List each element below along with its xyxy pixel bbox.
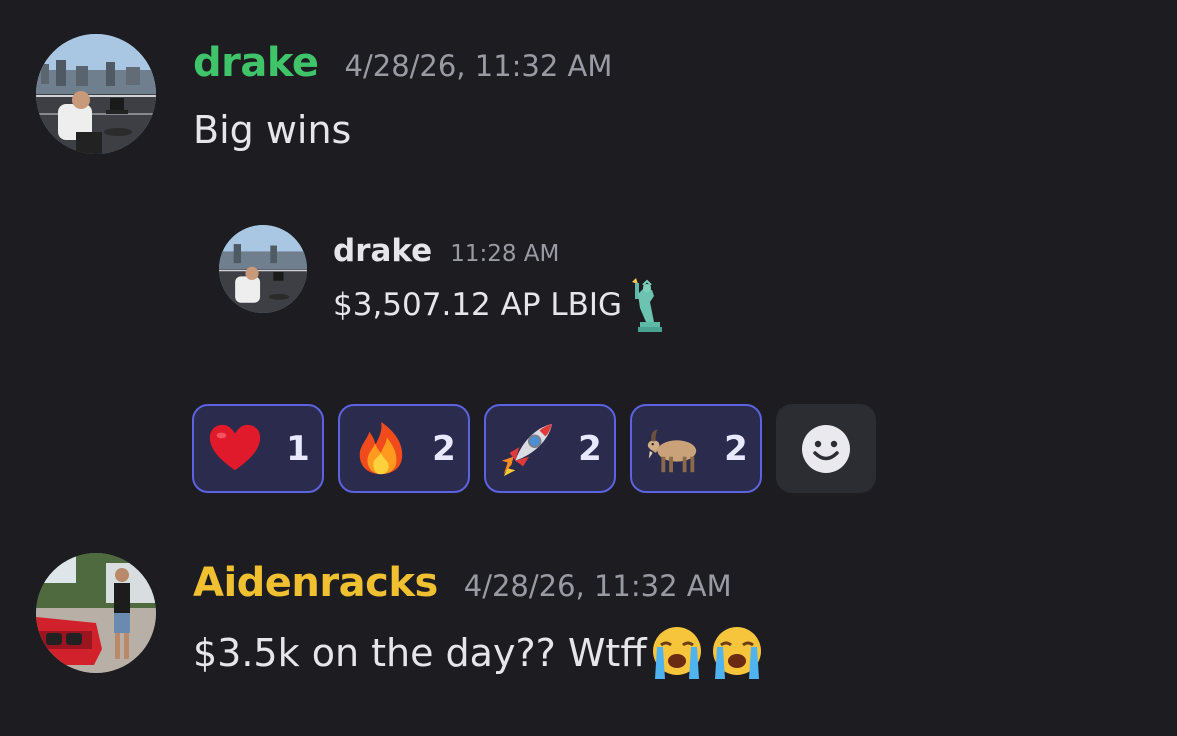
rooftop-photo-icon bbox=[219, 225, 307, 313]
forwarded-username[interactable]: drake bbox=[333, 233, 432, 269]
forwarded-text: $3,507.12 AP LBIG bbox=[333, 287, 623, 323]
forwarded-timestamp: 11:28 AM bbox=[450, 241, 560, 267]
fire-icon bbox=[359, 421, 403, 474]
rooftop-photo-icon bbox=[36, 34, 156, 154]
reaction-goat[interactable]: 2 bbox=[630, 404, 762, 493]
statue-of-liberty-icon bbox=[632, 278, 663, 332]
red-car-photo-icon bbox=[36, 553, 156, 673]
reaction-count: 2 bbox=[432, 428, 456, 469]
chat-view: drake 4/28/26, 11:32 AM Big wins drake 1… bbox=[0, 0, 1177, 736]
loudly-crying-face-icon bbox=[652, 627, 701, 679]
aidenracks-avatar[interactable] bbox=[36, 553, 156, 673]
forwarded-avatar[interactable] bbox=[219, 225, 307, 313]
add-reaction-button[interactable] bbox=[776, 404, 876, 493]
reaction-count: 1 bbox=[286, 428, 310, 469]
reaction-rocket[interactable]: 2 bbox=[484, 404, 616, 493]
timestamp: 4/28/26, 11:32 AM bbox=[463, 569, 732, 603]
forwarded-text-row: $3,507.12 AP LBIG bbox=[333, 278, 666, 332]
reaction-heart[interactable]: 1 bbox=[192, 404, 324, 493]
message-header: Aidenracks 4/28/26, 11:32 AM bbox=[193, 560, 732, 606]
reaction-bar: 1 2 2 2 bbox=[192, 404, 876, 493]
loudly-crying-face-icon bbox=[712, 627, 761, 679]
reaction-count: 2 bbox=[578, 428, 602, 469]
username[interactable]: Aidenracks bbox=[193, 560, 438, 606]
forwarded-header: drake 11:28 AM bbox=[333, 233, 559, 269]
message-text: $3.5k on the day?? Wtff bbox=[193, 631, 647, 675]
message-header: drake 4/28/26, 11:32 AM bbox=[193, 40, 612, 86]
reaction-count: 2 bbox=[724, 428, 748, 469]
red-heart-icon bbox=[210, 424, 261, 470]
rocket-icon bbox=[502, 423, 553, 476]
message-text: Big wins bbox=[193, 108, 352, 152]
goat-icon bbox=[648, 429, 697, 472]
username[interactable]: drake bbox=[193, 40, 319, 86]
drake-avatar[interactable] bbox=[36, 34, 156, 154]
timestamp: 4/28/26, 11:32 AM bbox=[344, 49, 613, 83]
reaction-fire[interactable]: 2 bbox=[338, 404, 470, 493]
message-text-row: $3.5k on the day?? Wtff bbox=[193, 625, 765, 681]
smiley-face-icon bbox=[802, 424, 850, 473]
